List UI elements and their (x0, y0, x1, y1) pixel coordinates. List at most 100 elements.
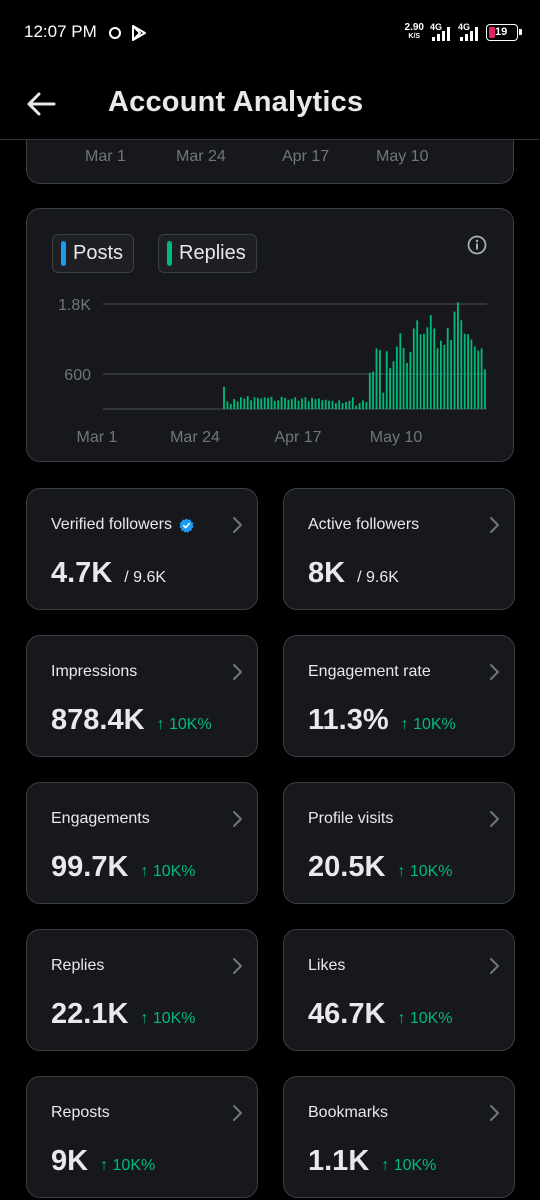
bar-replies (345, 402, 347, 409)
bar-replies (426, 327, 429, 409)
stat-label: Replies (51, 957, 104, 975)
stat-label-text: Profile visits (308, 810, 394, 827)
stat-label-text: Verified followers (51, 516, 172, 533)
stat-label: Reposts (51, 1104, 110, 1122)
bar-replies (243, 398, 246, 409)
stat-value: 9K (51, 1145, 89, 1177)
status-time: 12:07 PM (24, 22, 97, 41)
chevron-right-icon (233, 517, 242, 533)
stat-card-reposts[interactable]: Reposts 9K ↑ 10K% (26, 1076, 258, 1198)
stat-delta: ↑ 10K% (100, 1157, 156, 1174)
chevron-right-icon (233, 1105, 242, 1121)
stat-label-text: Active followers (308, 516, 420, 533)
bar-replies (470, 339, 473, 409)
stat-label: Engagement rate (308, 663, 431, 681)
stat-card-active-followers[interactable]: Active followers 8K / 9.6K (283, 488, 515, 610)
bar-replies (240, 397, 242, 409)
stat-label-text: Impressions (51, 663, 138, 680)
stat-row: 46.7K ↑ 10K% (308, 998, 453, 1031)
chevron-right-icon (490, 664, 499, 680)
bar-replies (304, 397, 307, 409)
signal-1: 4G (430, 22, 452, 42)
bar-replies (467, 334, 469, 409)
stat-total: / 9.6K (357, 569, 399, 586)
bar-replies (263, 397, 266, 409)
bar-replies (318, 398, 320, 409)
status-bar: 12:07 PM 2.90 K/S 4G 4G 19 (0, 0, 540, 68)
x-tick: Apr 17 (282, 148, 330, 165)
back-arrow-icon[interactable] (24, 88, 60, 120)
bar-replies (396, 346, 398, 409)
bar-replies (365, 402, 368, 409)
stat-label-text: Replies (51, 957, 105, 974)
bar-replies (284, 397, 286, 409)
stat-card-verified-followers[interactable]: Verified followers 4.7K / 9.6K (26, 488, 258, 610)
bar-replies (290, 399, 293, 409)
chevron-right-icon (490, 958, 499, 974)
bar-replies (358, 403, 361, 409)
stat-delta: ↑ 10K% (397, 863, 453, 880)
network-speed-unit: K/S (408, 33, 421, 40)
x-tick-label: Mar 24 (170, 429, 220, 446)
stat-card-bookmarks[interactable]: Bookmarks 1.1K ↑ 10K% (283, 1076, 515, 1198)
x-tick-label: Apr 17 (274, 429, 321, 446)
bar-replies (412, 328, 415, 409)
bar-replies (351, 397, 354, 409)
bar-replies (321, 400, 324, 410)
network-speed: 2.90 K/S (405, 23, 424, 41)
chevron-right-icon (233, 664, 242, 680)
bar-replies (423, 333, 425, 410)
battery-icon: 19 (486, 23, 522, 41)
stat-label: Bookmarks (308, 1104, 388, 1122)
bar-replies (457, 302, 459, 410)
bar-replies (324, 399, 327, 409)
chevron-right-icon (490, 811, 499, 827)
bar-replies (484, 369, 486, 409)
bar-replies (460, 320, 463, 409)
sync-icon (109, 27, 121, 39)
bar-chart: 1.8K 600 Mar 1 Mar 24 Apr 17 May 10 (58, 297, 487, 446)
bar-replies (314, 399, 317, 409)
bar-replies (436, 348, 439, 409)
stat-value: 20.5K (308, 851, 386, 883)
chevron-right-icon (233, 811, 242, 827)
bar-replies (480, 348, 483, 409)
x-tick: Mar 1 (85, 148, 126, 165)
bar-replies (379, 350, 381, 409)
bar-replies (273, 400, 276, 409)
bar-replies (375, 348, 378, 409)
stat-delta: ↑ 10K% (400, 716, 456, 733)
bar-replies (446, 327, 449, 409)
stat-value: 11.3% (308, 704, 389, 736)
posts-replies-chart-card: Posts Replies 1.8K 600 Mar 1 Mar 24 Apr 17 Ma… (26, 208, 514, 462)
stat-card-profile-visits[interactable]: Profile visits 20.5K ↑ 10K% (283, 782, 515, 904)
signal-bars-icon (432, 27, 450, 41)
bar-replies (277, 400, 280, 410)
stat-delta: ↑ 10K% (397, 1010, 453, 1027)
bar-replies (385, 351, 388, 410)
stat-card-likes[interactable]: Likes 46.7K ↑ 10K% (283, 929, 515, 1051)
bar-replies (250, 400, 252, 410)
bar-replies (233, 399, 236, 409)
stat-row: 22.1K ↑ 10K% (51, 998, 196, 1031)
bar-replies (253, 397, 256, 409)
bar-replies (257, 397, 259, 409)
stat-card-replies[interactable]: Replies 22.1K ↑ 10K% (26, 929, 258, 1051)
stat-value: 22.1K (51, 998, 129, 1030)
bar-replies (409, 351, 412, 409)
bar-replies (406, 362, 408, 409)
bar-replies (372, 371, 374, 409)
bar-replies (287, 399, 290, 409)
bar-replies (280, 396, 283, 410)
verified-badge-icon (179, 517, 194, 533)
bar-replies (362, 400, 364, 410)
stat-card-impressions[interactable]: Impressions 878.4K ↑ 10K% (26, 635, 258, 757)
stat-card-engagements[interactable]: Engagements 99.7K ↑ 10K% (26, 782, 258, 904)
chevron-right-icon (490, 517, 499, 533)
bar-replies (236, 401, 239, 409)
stat-label-text: Likes (308, 957, 346, 974)
stat-value: 8K (308, 557, 346, 589)
bar-replies (294, 397, 297, 409)
bar-replies (223, 386, 225, 409)
stat-card-engagement-rate[interactable]: Engagement rate 11.3% ↑ 10K% (283, 635, 515, 757)
